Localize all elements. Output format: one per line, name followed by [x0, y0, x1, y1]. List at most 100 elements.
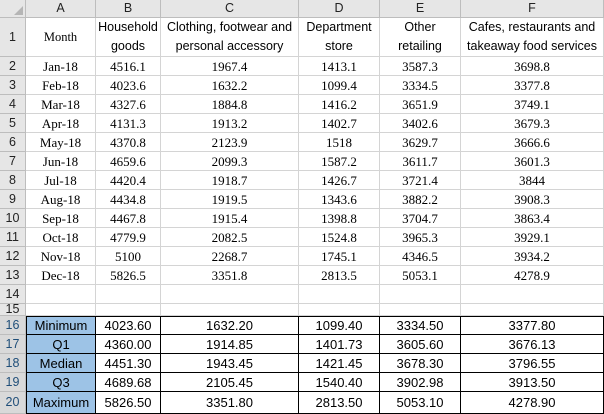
value-cell[interactable]: 4779.9: [96, 228, 161, 247]
value-cell[interactable]: 3698.8: [461, 57, 604, 76]
value-cell[interactable]: 3965.3: [380, 228, 461, 247]
value-cell[interactable]: 3601.3: [461, 152, 604, 171]
value-cell[interactable]: 4467.8: [96, 209, 161, 228]
value-cell[interactable]: 1099.4: [299, 76, 380, 95]
empty-cell[interactable]: [26, 304, 96, 316]
value-cell[interactable]: 1915.4: [161, 209, 299, 228]
empty-cell[interactable]: [161, 285, 299, 304]
stat-value-cell[interactable]: 3676.13: [461, 335, 604, 354]
month-cell[interactable]: Aug-18: [26, 190, 96, 209]
row-header-11[interactable]: 11: [0, 228, 26, 247]
stat-value-cell[interactable]: 3351.80: [161, 392, 299, 414]
month-cell[interactable]: Jul-18: [26, 171, 96, 190]
stat-value-cell[interactable]: 2105.45: [161, 373, 299, 392]
column-header-d[interactable]: D: [299, 0, 380, 18]
month-cell[interactable]: Apr-18: [26, 114, 96, 133]
value-cell[interactable]: 1913.2: [161, 114, 299, 133]
month-cell[interactable]: Sep-18: [26, 209, 96, 228]
header-cell-c[interactable]: Clothing, footwear and personal accessory: [161, 18, 299, 57]
row-header-4[interactable]: 4: [0, 95, 26, 114]
row-header-12[interactable]: 12: [0, 247, 26, 266]
stat-value-cell[interactable]: 4278.90: [461, 392, 604, 414]
value-cell[interactable]: 5826.5: [96, 266, 161, 285]
value-cell[interactable]: 3377.8: [461, 76, 604, 95]
stat-value-cell[interactable]: 4360.00: [96, 335, 161, 354]
value-cell[interactable]: 3934.2: [461, 247, 604, 266]
column-header-e[interactable]: E: [380, 0, 461, 18]
value-cell[interactable]: 3908.3: [461, 190, 604, 209]
stat-label-cell[interactable]: Maximum: [26, 392, 96, 414]
empty-cell[interactable]: [26, 285, 96, 304]
row-header-9[interactable]: 9: [0, 190, 26, 209]
value-cell[interactable]: 3929.1: [461, 228, 604, 247]
column-header-f[interactable]: F: [461, 0, 604, 18]
stat-value-cell[interactable]: 4451.30: [96, 354, 161, 373]
stat-label-cell[interactable]: Minimum: [26, 316, 96, 335]
value-cell[interactable]: 3844: [461, 171, 604, 190]
value-cell[interactable]: 3334.5: [380, 76, 461, 95]
value-cell[interactable]: 3721.4: [380, 171, 461, 190]
row-header-1[interactable]: 1: [0, 18, 26, 57]
stat-value-cell[interactable]: 3902.98: [380, 373, 461, 392]
row-header-16[interactable]: 16: [0, 316, 26, 335]
empty-cell[interactable]: [161, 304, 299, 316]
value-cell[interactable]: 1426.7: [299, 171, 380, 190]
value-cell[interactable]: 4023.6: [96, 76, 161, 95]
value-cell[interactable]: 4370.8: [96, 133, 161, 152]
value-cell[interactable]: 5053.1: [380, 266, 461, 285]
value-cell[interactable]: 3351.8: [161, 266, 299, 285]
stat-value-cell[interactable]: 1943.45: [161, 354, 299, 373]
row-header-17[interactable]: 17: [0, 335, 26, 354]
value-cell[interactable]: 4434.8: [96, 190, 161, 209]
column-header-b[interactable]: B: [96, 0, 161, 18]
value-cell[interactable]: 3666.6: [461, 133, 604, 152]
value-cell[interactable]: 2123.9: [161, 133, 299, 152]
empty-cell[interactable]: [96, 304, 161, 316]
row-header-3[interactable]: 3: [0, 76, 26, 95]
header-cell-f[interactable]: Cafes, restaurants and takeaway food serv…: [461, 18, 604, 57]
value-cell[interactable]: 3611.7: [380, 152, 461, 171]
stat-value-cell[interactable]: 3377.80: [461, 316, 604, 335]
empty-cell[interactable]: [299, 285, 380, 304]
stat-value-cell[interactable]: 1914.85: [161, 335, 299, 354]
stat-value-cell[interactable]: 1540.40: [299, 373, 380, 392]
column-header-a[interactable]: A: [26, 0, 96, 18]
value-cell[interactable]: 3629.7: [380, 133, 461, 152]
stat-value-cell[interactable]: 3796.55: [461, 354, 604, 373]
column-header-c[interactable]: C: [161, 0, 299, 18]
month-cell[interactable]: Oct-18: [26, 228, 96, 247]
value-cell[interactable]: 2268.7: [161, 247, 299, 266]
value-cell[interactable]: 3863.4: [461, 209, 604, 228]
value-cell[interactable]: 4346.5: [380, 247, 461, 266]
stat-value-cell[interactable]: 3605.60: [380, 335, 461, 354]
value-cell[interactable]: 2082.5: [161, 228, 299, 247]
value-cell[interactable]: 1918.7: [161, 171, 299, 190]
empty-cell[interactable]: [461, 285, 604, 304]
value-cell[interactable]: 3587.3: [380, 57, 461, 76]
header-cell-e[interactable]: Other retailing: [380, 18, 461, 57]
empty-cell[interactable]: [380, 285, 461, 304]
value-cell[interactable]: 5100: [96, 247, 161, 266]
value-cell[interactable]: 3749.1: [461, 95, 604, 114]
month-cell[interactable]: May-18: [26, 133, 96, 152]
header-cell-a[interactable]: Month: [26, 18, 96, 57]
stat-value-cell[interactable]: 1099.40: [299, 316, 380, 335]
value-cell[interactable]: 3679.3: [461, 114, 604, 133]
stat-value-cell[interactable]: 1632.20: [161, 316, 299, 335]
row-header-14[interactable]: 14: [0, 285, 26, 304]
value-cell[interactable]: 4516.1: [96, 57, 161, 76]
value-cell[interactable]: 4131.3: [96, 114, 161, 133]
empty-cell[interactable]: [461, 304, 604, 316]
month-cell[interactable]: Jan-18: [26, 57, 96, 76]
empty-cell[interactable]: [380, 304, 461, 316]
month-cell[interactable]: Feb-18: [26, 76, 96, 95]
row-header-10[interactable]: 10: [0, 209, 26, 228]
value-cell[interactable]: 3402.6: [380, 114, 461, 133]
row-header-2[interactable]: 2: [0, 57, 26, 76]
empty-cell[interactable]: [96, 285, 161, 304]
value-cell[interactable]: 3704.7: [380, 209, 461, 228]
value-cell[interactable]: 1398.8: [299, 209, 380, 228]
row-header-5[interactable]: 5: [0, 114, 26, 133]
value-cell[interactable]: 4327.6: [96, 95, 161, 114]
header-cell-d[interactable]: Department store: [299, 18, 380, 57]
